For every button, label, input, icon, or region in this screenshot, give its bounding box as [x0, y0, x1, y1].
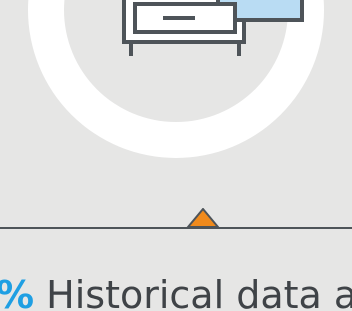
caption-text: % Historical data an — [0, 272, 352, 311]
timeline-line — [0, 227, 352, 229]
percent-sign: % — [0, 273, 34, 311]
infographic-panel: % Historical data an — [0, 0, 352, 311]
triangle-marker-icon — [186, 208, 220, 228]
file-cabinet-icon — [122, 0, 304, 56]
caption-body: Historical data an — [34, 273, 352, 311]
